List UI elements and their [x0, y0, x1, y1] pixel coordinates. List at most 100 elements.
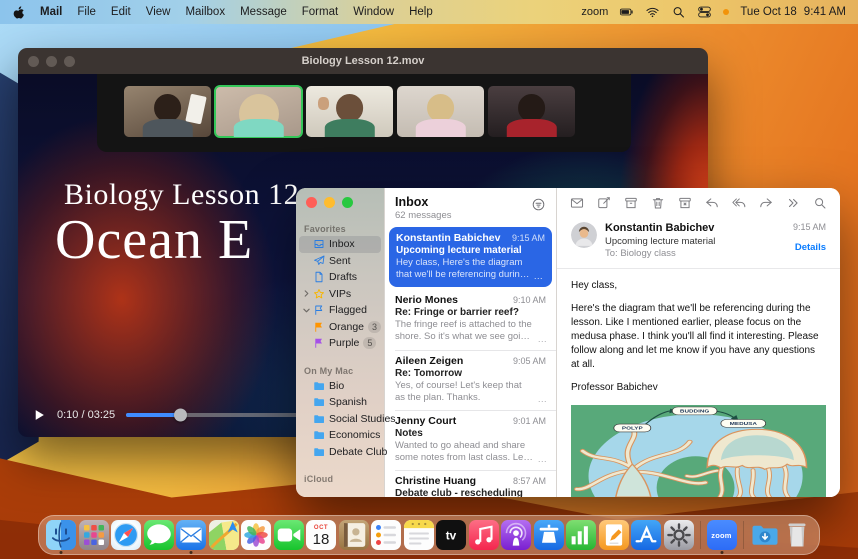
contacts-icon[interactable] — [339, 520, 369, 550]
dock-app[interactable] — [111, 520, 141, 550]
sidebar-mailbox-item[interactable]: Inbox — [299, 236, 381, 253]
participant-video[interactable] — [306, 86, 393, 137]
wifi-icon[interactable] — [645, 5, 660, 19]
sidebar-mailbox-item[interactable]: Bio — [299, 378, 381, 395]
menu-item[interactable]: View — [146, 6, 171, 18]
menu-item[interactable]: Message — [240, 6, 287, 18]
message-list-item[interactable]: Aileen Zeigen 9:05 AM Re: Tomorrow Yes, … — [385, 350, 556, 410]
close-button[interactable] — [28, 56, 39, 67]
participant-video[interactable] — [488, 86, 575, 137]
dock-app[interactable] — [782, 520, 812, 550]
sidebar-mailbox-item[interactable]: Drafts — [299, 269, 381, 286]
message-list-item[interactable]: Jenny Court 9:01 AM Notes Wanted to go a… — [385, 410, 556, 470]
dock-app[interactable] — [274, 520, 304, 550]
menu-item[interactable]: File — [77, 6, 96, 18]
menu-zoom-label[interactable]: zoom — [581, 6, 608, 18]
dock-app[interactable] — [534, 520, 564, 550]
sidebar-mailbox-item[interactable]: Social Studies — [299, 411, 381, 428]
sidebar-mailbox-item[interactable]: Orange 3 — [299, 319, 381, 336]
dock-app[interactable] — [79, 520, 109, 550]
music-icon[interactable] — [469, 520, 499, 550]
playback-knob[interactable] — [174, 409, 187, 422]
dock-app[interactable] — [631, 520, 661, 550]
podcasts-icon[interactable] — [501, 520, 531, 550]
participant-video[interactable] — [215, 86, 302, 137]
message-list-item[interactable]: Konstantin Babichev 9:15 AM Upcoming lec… — [389, 227, 552, 287]
menu-item[interactable]: Window — [353, 6, 394, 18]
control-center-icon[interactable] — [697, 5, 712, 19]
appstore-icon[interactable] — [631, 520, 661, 550]
maps-icon[interactable] — [209, 520, 239, 550]
sidebar-mailbox-item[interactable]: Sent — [299, 253, 381, 270]
menu-app-name[interactable]: Mail — [40, 6, 62, 18]
finder-icon[interactable] — [46, 520, 76, 550]
menu-item[interactable]: Edit — [111, 6, 131, 18]
numbers-icon[interactable] — [566, 520, 596, 550]
details-link[interactable]: Details — [793, 242, 826, 253]
dock-app[interactable] — [599, 520, 629, 550]
dock-app[interactable] — [469, 520, 499, 550]
battery-icon[interactable] — [619, 5, 634, 19]
sidebar-mailbox-item[interactable]: Spanish — [299, 394, 381, 411]
dock-app[interactable] — [209, 520, 239, 550]
message-list-item[interactable]: Christine Huang 8:57 AM Debate club - re… — [385, 470, 556, 497]
facetime-icon[interactable] — [274, 520, 304, 550]
calendar-icon[interactable]: OCT18 — [306, 520, 336, 550]
downloads-icon[interactable] — [750, 520, 780, 550]
minimize-button[interactable] — [324, 197, 335, 208]
recording-indicator-dot[interactable] — [723, 9, 729, 15]
more-icon[interactable] — [786, 196, 800, 210]
dock-app[interactable]: tv — [436, 520, 466, 550]
zoom-window-button[interactable] — [342, 197, 353, 208]
photos-icon[interactable] — [241, 520, 271, 550]
spotlight-search-icon[interactable] — [671, 5, 686, 19]
archive-icon[interactable] — [624, 196, 638, 210]
close-button[interactable] — [306, 197, 317, 208]
notes-icon[interactable] — [404, 520, 434, 550]
forward-icon[interactable] — [759, 196, 773, 210]
dock-app[interactable]: OCT18 — [306, 520, 336, 550]
appletv-icon[interactable]: tv — [436, 520, 466, 550]
messages-icon[interactable] — [144, 520, 174, 550]
participant-video[interactable] — [397, 86, 484, 137]
dock-app[interactable] — [566, 520, 596, 550]
dock-app[interactable] — [144, 520, 174, 550]
dock-app[interactable] — [46, 520, 76, 550]
search-icon[interactable] — [813, 196, 827, 210]
settings-icon[interactable] — [664, 520, 694, 550]
dock-app[interactable] — [750, 520, 780, 550]
menu-item[interactable]: Mailbox — [185, 6, 225, 18]
junk-icon[interactable] — [678, 196, 692, 210]
launchpad-icon[interactable] — [79, 520, 109, 550]
compose-icon[interactable] — [597, 196, 611, 210]
chev-down-icon[interactable] — [302, 306, 311, 315]
sender-avatar[interactable] — [571, 222, 597, 248]
video-window-titlebar[interactable]: Biology Lesson 12.mov — [18, 48, 708, 74]
mail-icon[interactable] — [176, 520, 206, 550]
keynote-icon[interactable] — [534, 520, 564, 550]
reminders-icon[interactable] — [371, 520, 401, 550]
minimize-button[interactable] — [46, 56, 57, 67]
dock-app[interactable] — [176, 520, 206, 550]
dock-app[interactable] — [664, 520, 694, 550]
delete-icon[interactable] — [651, 196, 665, 210]
menu-item[interactable]: Format — [302, 6, 338, 18]
play-icon[interactable] — [33, 408, 46, 422]
filter-icon[interactable] — [531, 197, 546, 212]
dock-app[interactable]: zoom — [707, 520, 737, 550]
get-mail-icon[interactable] — [570, 196, 584, 210]
dock-app[interactable] — [501, 520, 531, 550]
dock-app[interactable] — [404, 520, 434, 550]
safari-icon[interactable] — [111, 520, 141, 550]
sidebar-mailbox-item[interactable]: Purple 5 — [299, 335, 381, 352]
reply-all-icon[interactable] — [732, 196, 746, 210]
sidebar-mailbox-item[interactable]: VIPs — [299, 286, 381, 303]
reply-icon[interactable] — [705, 196, 719, 210]
zoom-window-button[interactable] — [64, 56, 75, 67]
dock-app[interactable] — [339, 520, 369, 550]
sidebar-mailbox-item[interactable]: Economics — [299, 427, 381, 444]
message-list-item[interactable]: Nerio Mones 9:10 AM Re: Fringe or barrie… — [385, 289, 556, 349]
zoom-icon[interactable]: zoom — [707, 520, 737, 550]
trash-icon[interactable] — [782, 520, 812, 550]
participant-video[interactable] — [124, 86, 211, 137]
